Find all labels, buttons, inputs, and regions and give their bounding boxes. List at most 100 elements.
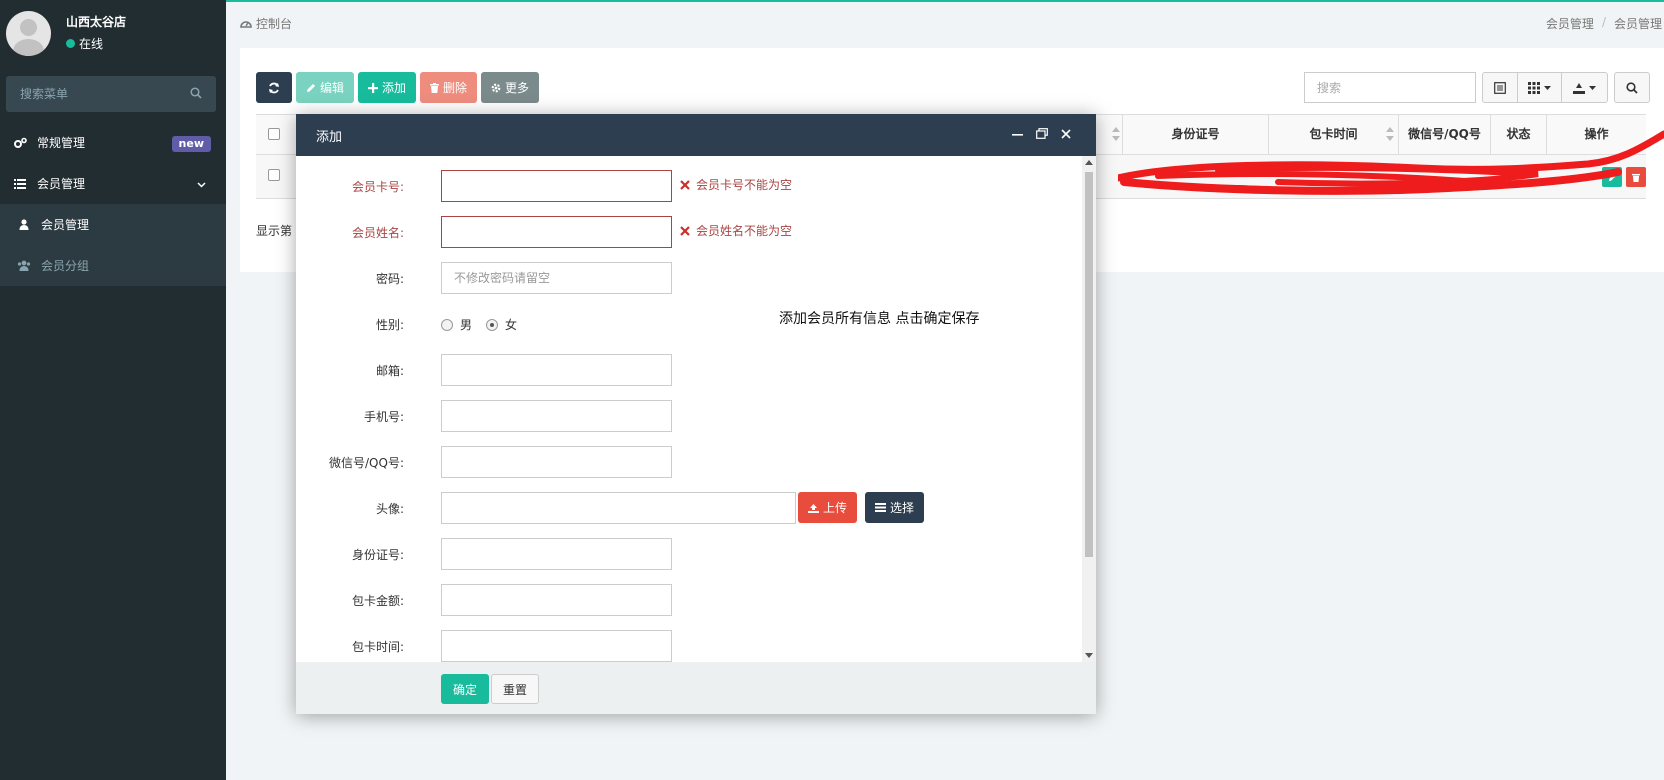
- upload-button[interactable]: 上传: [798, 492, 858, 523]
- add-member-dialog: 添加 会员卡号: 会员卡号不能为空 会员姓名: 会员姓名不能为空 密码: 性别:…: [296, 114, 1096, 714]
- password-input[interactable]: [441, 262, 672, 294]
- select-all-checkbox[interactable]: [268, 128, 280, 140]
- sidebar-search-input[interactable]: [6, 76, 216, 112]
- email-input[interactable]: [441, 354, 672, 386]
- scroll-down-arrow-icon[interactable]: [1085, 653, 1093, 658]
- table-toolbar: 编辑 添加 删除 更多: [256, 72, 540, 103]
- form-row-card-amount: 包卡金额:: [296, 584, 1076, 616]
- sidebar-item-member-group[interactable]: 会员分组: [0, 245, 226, 286]
- avatar: [6, 11, 51, 56]
- new-badge: new: [171, 136, 211, 152]
- user-icon: [17, 219, 31, 230]
- list-icon: [875, 503, 886, 512]
- refresh-icon: [269, 82, 279, 93]
- delete-button[interactable]: 删除: [420, 72, 478, 103]
- form-row-avatar: 头像: 上传 选择: [296, 492, 1076, 524]
- online-dot-icon: [66, 39, 75, 48]
- mobile-input[interactable]: [441, 400, 672, 432]
- card-no-label: 会员卡号:: [351, 180, 404, 194]
- redaction-scribble: [1118, 130, 1664, 195]
- form-row-card-time: 包卡时间:: [296, 630, 1076, 662]
- sidebar-search: [6, 76, 216, 112]
- columns-button[interactable]: [1518, 72, 1562, 103]
- user-status: 在线: [66, 35, 103, 52]
- user-panel: 山西太谷店 在线: [0, 0, 226, 66]
- error-x-icon: [680, 225, 690, 236]
- avatar-input[interactable]: [441, 492, 796, 524]
- name-error: 会员姓名不能为空: [680, 222, 792, 239]
- add-button-label: 添加: [382, 81, 407, 95]
- gear-icon: [491, 83, 501, 92]
- pencil-icon: [307, 83, 315, 92]
- card-time-label: 包卡时间:: [351, 640, 404, 654]
- dialog-body: 会员卡号: 会员卡号不能为空 会员姓名: 会员姓名不能为空 密码: 性别: 男 …: [296, 156, 1096, 662]
- cogs-icon: [13, 137, 27, 149]
- sidebar-item-label: 会员管理: [37, 177, 86, 191]
- card-no-error-text: 会员卡号不能为空: [696, 178, 793, 192]
- form-row-id-no: 身份证号:: [296, 538, 1076, 570]
- radio-label: 女: [505, 318, 518, 332]
- caret-down-icon: [1544, 85, 1551, 90]
- scroll-up-arrow-icon[interactable]: [1085, 160, 1093, 165]
- form-row-password: 密码:: [296, 262, 1076, 294]
- sidebar-item-label: 会员管理: [41, 218, 90, 232]
- list-icon: [13, 178, 27, 189]
- toggle-view-button[interactable]: [1482, 72, 1518, 103]
- password-label: 密码:: [375, 272, 404, 286]
- card-no-input[interactable]: [441, 170, 672, 202]
- caret-down-icon: [1589, 85, 1596, 90]
- export-button[interactable]: [1562, 72, 1608, 103]
- reset-button[interactable]: 重置: [491, 674, 540, 704]
- card-amount-input[interactable]: [441, 584, 672, 616]
- id-no-label: 身份证号:: [351, 548, 404, 562]
- pagination-info: 显示第: [256, 224, 293, 238]
- minimize-icon[interactable]: [1012, 134, 1023, 136]
- breadcrumb-item[interactable]: 会员管理: [1614, 15, 1662, 32]
- search-icon[interactable]: [190, 87, 202, 103]
- upload-icon: [808, 503, 819, 513]
- gender-radio-female[interactable]: 女: [486, 316, 517, 333]
- breadcrumb-separator: /: [1601, 15, 1606, 29]
- more-button-label: 更多: [505, 81, 530, 95]
- sidebar-item-general[interactable]: 常规管理 new: [0, 122, 226, 163]
- radio-circle: [441, 318, 453, 331]
- edit-button-label: 编辑: [320, 81, 345, 95]
- wechat-input[interactable]: [441, 446, 672, 478]
- card-time-input[interactable]: [441, 630, 672, 662]
- id-no-input[interactable]: [441, 538, 672, 570]
- dialog-header: 添加: [296, 114, 1096, 156]
- sidebar: 山西太谷店 在线 常规管理 new 会员管理: [0, 0, 226, 780]
- edit-button[interactable]: 编辑: [296, 72, 355, 103]
- name-label: 会员姓名:: [351, 226, 404, 240]
- form-row-wechat: 微信号/QQ号:: [296, 446, 1076, 478]
- gender-radio-male[interactable]: 男: [441, 316, 472, 333]
- card-amount-label: 包卡金额:: [351, 594, 404, 608]
- refresh-button[interactable]: [256, 72, 292, 103]
- email-label: 邮箱:: [375, 364, 404, 378]
- form-row-email: 邮箱:: [296, 354, 1076, 386]
- confirm-button[interactable]: 确定: [441, 674, 490, 704]
- advanced-search-button[interactable]: [1614, 72, 1650, 103]
- scrollbar-thumb[interactable]: [1085, 172, 1093, 557]
- gender-label: 性别:: [375, 318, 404, 332]
- row-checkbox[interactable]: [268, 169, 280, 181]
- add-button[interactable]: 添加: [358, 72, 417, 103]
- dialog-title: 添加: [316, 129, 343, 145]
- table-search-input[interactable]: [1304, 72, 1476, 103]
- sidebar-item-label: 常规管理: [37, 136, 86, 150]
- close-icon[interactable]: [1061, 129, 1071, 139]
- dialog-scrollbar[interactable]: [1082, 156, 1096, 662]
- more-button[interactable]: 更多: [481, 72, 540, 103]
- form-row-card-no: 会员卡号: 会员卡号不能为空: [296, 170, 1076, 202]
- choose-button[interactable]: 选择: [865, 492, 925, 523]
- users-icon: [17, 260, 31, 271]
- sidebar-item-member-management[interactable]: 会员管理: [0, 163, 226, 204]
- breadcrumb-item[interactable]: 会员管理: [1546, 15, 1594, 32]
- chevron-down-icon: [197, 177, 206, 191]
- maximize-icon[interactable]: [1036, 128, 1048, 139]
- breadcrumb: 会员管理 / 会员管理: [1546, 15, 1662, 32]
- sidebar-item-member-list[interactable]: 会员管理: [0, 204, 226, 245]
- name-input[interactable]: [441, 216, 672, 248]
- breadcrumb-dashboard[interactable]: 控制台: [240, 15, 292, 32]
- avatar-label: 头像:: [375, 502, 404, 516]
